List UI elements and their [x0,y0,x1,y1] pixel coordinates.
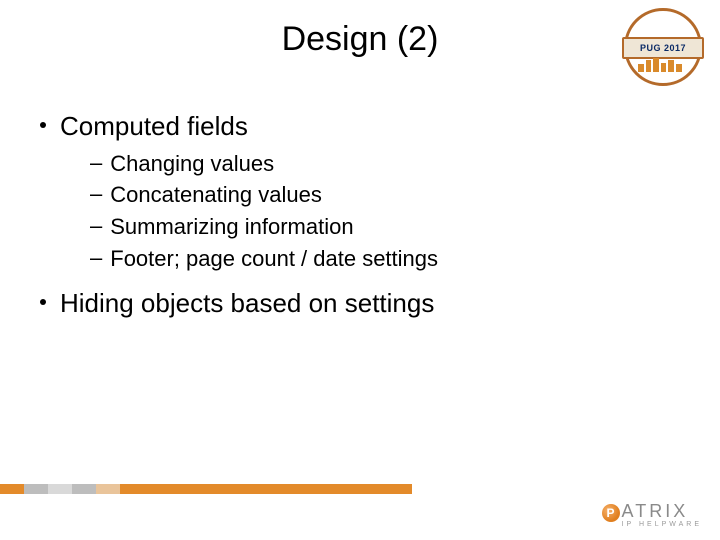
sub-bullet-item: – Footer; page count / date settings [90,244,680,274]
sub-bullet-text: Summarizing information [110,212,353,242]
slide-title: Design (2) [0,20,720,59]
bullet-item: Hiding objects based on settings [40,287,680,320]
badge-skyline [634,58,692,72]
accent-segment [96,484,120,494]
dash-icon: – [90,149,102,178]
brand-p-icon: P [602,504,620,522]
brand-logo: P ATRIX IP HELPWARE [602,501,702,528]
content-area: Computed fields – Changing values – Conc… [40,100,680,320]
sub-bullet-list: – Changing values – Concatenating values… [90,149,680,274]
sub-bullet-item: – Summarizing information [90,212,680,242]
bullet-text: Computed fields [60,110,248,143]
accent-segment [120,484,412,494]
bullet-dot-icon [40,299,46,305]
badge-ribbon: PUG 2017 [622,37,704,59]
brand-name: P ATRIX [602,501,702,522]
accent-segment [24,484,48,494]
dash-icon: – [90,180,102,209]
accent-segment [0,484,24,494]
footer-accent-bar [0,484,412,494]
brand-text: ATRIX [622,501,689,522]
dash-icon: – [90,244,102,273]
bullet-item: Computed fields [40,110,680,143]
sub-bullet-text: Footer; page count / date settings [110,244,438,274]
sub-bullet-item: – Changing values [90,149,680,179]
brand-tagline: IP HELPWARE [622,521,702,528]
sub-bullet-text: Concatenating values [110,180,322,210]
slide: Design (2) PUG 2017 Computed fields – Ch… [0,0,720,540]
accent-segment [48,484,72,494]
bullet-dot-icon [40,122,46,128]
dash-icon: – [90,212,102,241]
sub-bullet-text: Changing values [110,149,274,179]
badge-label: PUG 2017 [640,43,686,53]
conference-badge: PUG 2017 [624,8,702,86]
bullet-text: Hiding objects based on settings [60,287,434,320]
sub-bullet-item: – Concatenating values [90,180,680,210]
accent-segment [72,484,96,494]
